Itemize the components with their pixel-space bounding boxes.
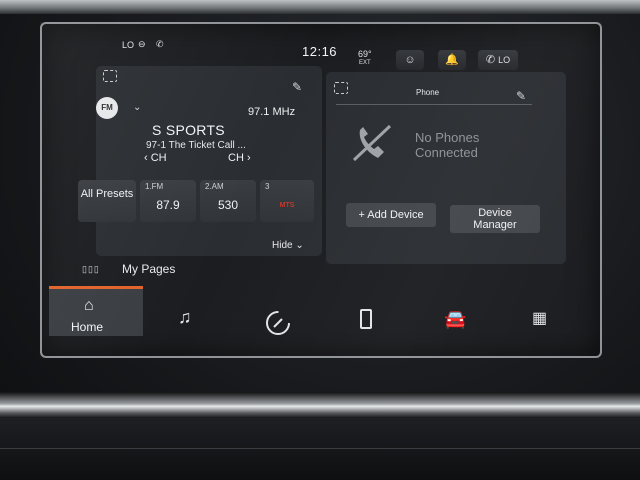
expand-icon[interactable] bbox=[334, 82, 348, 94]
station-name: S SPORTS bbox=[152, 122, 225, 138]
preset-value: 87.9 bbox=[156, 198, 180, 212]
chevron-down-icon[interactable]: ⌄ bbox=[133, 102, 141, 113]
preset-3-button[interactable]: 3 MTS bbox=[260, 180, 314, 222]
band-badge[interactable]: FM bbox=[96, 97, 118, 119]
nav-media-button[interactable]: ♫ bbox=[156, 285, 218, 335]
all-presets-button[interactable]: All Presets bbox=[78, 180, 136, 222]
expand-icon[interactable] bbox=[103, 70, 117, 82]
chevron-down-icon: ⌄ bbox=[295, 240, 304, 251]
channel-next-button[interactable]: CH › bbox=[228, 152, 251, 164]
nav-apps-button[interactable]: ▦ bbox=[512, 285, 574, 335]
hide-label: Hide bbox=[272, 240, 293, 251]
music-note-icon: ♫ bbox=[178, 307, 192, 327]
my-pages-button[interactable]: My Pages bbox=[122, 262, 175, 276]
status-left-indicator: LO bbox=[122, 40, 135, 50]
nav-home-label: Home bbox=[71, 320, 104, 334]
house-icon: ⌂ bbox=[84, 297, 94, 314]
nav-phone-button[interactable] bbox=[336, 285, 398, 335]
phone-status-line1: No Phones bbox=[415, 130, 480, 145]
device-manager-button[interactable]: Device Manager bbox=[450, 205, 540, 233]
phone-disconnected-icon bbox=[352, 124, 392, 162]
status-right-indicator: LO bbox=[498, 55, 511, 65]
smartphone-icon bbox=[360, 309, 372, 329]
handset-icon: ✆ bbox=[156, 39, 164, 49]
preset-2-button[interactable]: 2.AM 530 bbox=[200, 180, 256, 222]
phone-status-button[interactable]: ✆ LO bbox=[478, 50, 518, 70]
dashboard-lower-panel bbox=[0, 418, 640, 480]
outside-temperature: 69° EXT bbox=[358, 50, 372, 68]
preset-value: 530 bbox=[217, 198, 239, 212]
channel-prev-button[interactable]: ‹ CH bbox=[144, 152, 167, 164]
phone-status-line2: Connected bbox=[415, 145, 478, 160]
chevron-left-icon: ‹ bbox=[144, 152, 148, 164]
channel-prev-label: CH bbox=[150, 152, 167, 164]
temperature-label: EXT bbox=[358, 60, 371, 66]
panel-seam bbox=[0, 448, 640, 449]
minus-circle-icon: ⊖ bbox=[138, 39, 146, 49]
radio-card bbox=[96, 66, 322, 256]
phone-card-title: Phone bbox=[416, 88, 440, 97]
phone-divider bbox=[336, 104, 532, 105]
chevron-right-icon: › bbox=[246, 152, 251, 164]
preset-number: 2.AM bbox=[205, 182, 224, 191]
phone-card bbox=[326, 72, 566, 264]
handset-icon: ✆ bbox=[485, 54, 496, 66]
pencil-icon[interactable]: ✎ bbox=[292, 80, 302, 94]
chrome-trim-bottom bbox=[0, 392, 640, 418]
phone-status: No Phones Connected bbox=[415, 130, 479, 160]
profile-button[interactable]: ☺ bbox=[396, 50, 424, 70]
profile-icon: ☺ bbox=[404, 54, 416, 66]
add-device-button[interactable]: + Add Device bbox=[346, 203, 436, 227]
preset-number: 1.FM bbox=[145, 182, 164, 191]
car-icon: 🚘 bbox=[444, 309, 467, 329]
song-info: 97-1 The Ticket Call ... bbox=[146, 140, 246, 151]
pages-icon: ▯▯▯ bbox=[82, 264, 100, 274]
radio-frequency: 97.1 MHz bbox=[248, 106, 296, 118]
gauge-icon bbox=[266, 311, 290, 335]
preset-1-button[interactable]: 1.FM 87.9 bbox=[140, 180, 196, 222]
preset-number: 3 bbox=[265, 182, 270, 191]
device-manager-line2: Manager bbox=[473, 219, 517, 231]
bell-icon: 🔔 bbox=[445, 54, 459, 66]
temperature-value: 69° bbox=[358, 49, 372, 59]
notifications-button[interactable]: 🔔 bbox=[438, 50, 466, 70]
device-manager-line1: Device bbox=[478, 207, 512, 219]
chrome-trim-top bbox=[0, 0, 640, 14]
pencil-icon[interactable]: ✎ bbox=[516, 89, 526, 103]
nav-comfort-button[interactable] bbox=[246, 285, 308, 335]
station-logo: MTS bbox=[279, 202, 295, 209]
grid-icon: ▦ bbox=[532, 310, 548, 327]
channel-next-label: CH bbox=[228, 152, 244, 164]
nav-vehicle-button[interactable]: 🚘 bbox=[424, 285, 486, 335]
all-presets-label: All Presets bbox=[80, 188, 134, 200]
clock: 12:16 bbox=[302, 44, 338, 59]
hide-button[interactable]: Hide ⌄ bbox=[272, 240, 304, 251]
